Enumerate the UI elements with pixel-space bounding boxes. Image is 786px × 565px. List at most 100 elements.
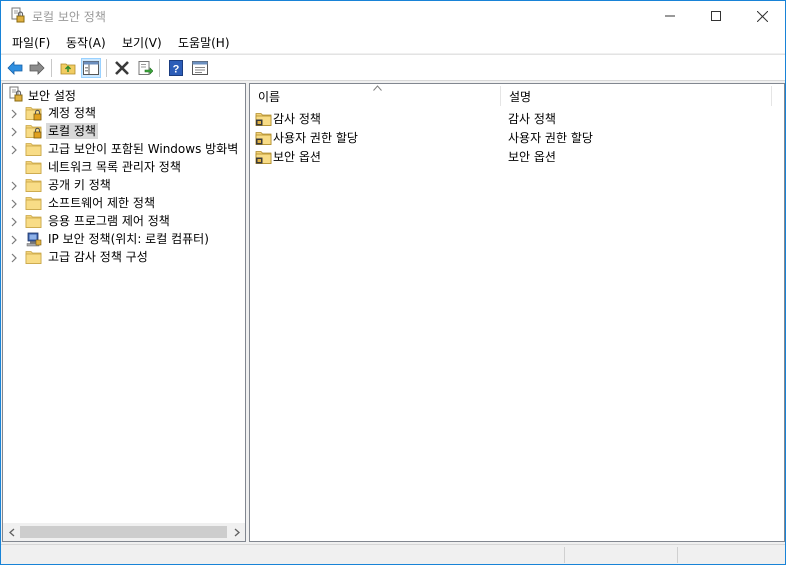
window-title: 로컬 보안 정책 — [32, 10, 106, 24]
console-tree[interactable]: 보안 설정 계정 정책 로컬 정책고급 보안이 포함된 Windows 방화벽네트… — [2, 83, 246, 542]
status-divider — [677, 547, 678, 563]
toolbar-separator — [51, 59, 52, 77]
export-list-button[interactable] — [135, 58, 155, 78]
toolbar-separator — [106, 59, 107, 77]
column-divider[interactable] — [771, 86, 772, 106]
menu-bar: 파일(F) 동작(A) 보기(V) 도움말(H) — [1, 31, 785, 53]
list-item-name: 사용자 권한 할당 — [273, 131, 358, 145]
chevron-left-icon — [8, 528, 14, 536]
tree-node[interactable]: 소프트웨어 제한 정책 — [3, 194, 245, 212]
tree-node[interactable]: 공개 키 정책 — [3, 176, 245, 194]
scrollbar-thumb[interactable] — [20, 526, 227, 538]
scroll-right-button[interactable] — [228, 523, 245, 541]
title-bar[interactable]: 로컬 보안 정책 — [1, 1, 785, 31]
minimize-icon — [665, 15, 675, 17]
folder-lock-icon — [25, 123, 42, 139]
toolbar-separator — [159, 59, 160, 77]
tree-node[interactable]: IP 보안 정책(위치: 로컬 컴퓨터) — [3, 230, 245, 248]
properties-icon — [192, 61, 208, 75]
chevron-right-icon[interactable] — [9, 180, 19, 191]
chevron-right-icon[interactable] — [9, 144, 19, 155]
forward-button[interactable] — [27, 58, 47, 78]
tree-node-label: 응용 프로그램 제어 정책 — [48, 214, 170, 228]
tree-node-label: 공개 키 정책 — [48, 178, 111, 192]
export-list-icon — [138, 61, 153, 75]
maximize-button[interactable] — [693, 1, 739, 31]
toolbar: ? — [1, 54, 785, 81]
tree-node-label: 고급 감사 정책 구성 — [48, 250, 148, 264]
horizontal-scrollbar[interactable] — [3, 523, 245, 541]
tree-node-label: 네트워크 목록 관리자 정책 — [48, 160, 181, 174]
list-item[interactable]: 보안 옵션 보안 옵션 — [250, 148, 784, 166]
list-item-description: 보안 옵션 — [508, 150, 556, 164]
chevron-right-icon[interactable] — [9, 198, 19, 209]
folder-icon — [25, 141, 42, 157]
column-description-label: 설명 — [509, 90, 532, 104]
tree-node-label: 소프트웨어 제한 정책 — [48, 196, 155, 210]
folder-icon — [25, 177, 42, 193]
maximize-icon — [711, 11, 721, 21]
tree-node[interactable]: 응용 프로그램 제어 정책 — [3, 212, 245, 230]
up-folder-icon — [60, 63, 76, 75]
status-bar — [1, 544, 785, 564]
list-item[interactable]: 감사 정책 감사 정책 — [250, 110, 784, 128]
show-hide-tree-icon — [83, 61, 99, 75]
back-button[interactable] — [5, 58, 25, 78]
tree-node-label: 로컬 정책 — [46, 123, 98, 139]
folder-icon — [25, 213, 42, 229]
list-item-name: 보안 옵션 — [273, 150, 321, 164]
folder-icon — [25, 195, 42, 211]
scroll-left-button[interactable] — [3, 523, 20, 541]
close-icon — [756, 10, 768, 22]
delete-button[interactable] — [112, 58, 132, 78]
chevron-right-icon — [234, 528, 240, 536]
tree-node-label: IP 보안 정책(위치: 로컬 컴퓨터) — [48, 232, 209, 246]
column-name-label: 이름 — [258, 90, 281, 104]
chevron-right-icon[interactable] — [9, 126, 19, 137]
menu-file[interactable]: 파일(F) — [10, 34, 52, 51]
security-policy-icon — [11, 7, 25, 23]
folder-icon — [25, 159, 42, 175]
status-divider — [564, 547, 565, 563]
policy-folder-icon — [255, 149, 272, 165]
show-hide-tree-button[interactable] — [81, 58, 101, 78]
chevron-right-icon[interactable] — [9, 234, 19, 245]
list-item-description: 감사 정책 — [508, 112, 556, 126]
folder-icon — [25, 249, 42, 265]
tree-node[interactable]: 계정 정책 — [3, 104, 245, 122]
delete-icon — [115, 61, 129, 75]
tree-node[interactable]: 로컬 정책 — [3, 122, 245, 140]
chevron-right-icon[interactable] — [9, 108, 19, 119]
policy-folder-icon — [255, 130, 272, 146]
policy-folder-icon — [255, 111, 272, 127]
close-button[interactable] — [739, 1, 785, 31]
tree-node[interactable]: 고급 감사 정책 구성 — [3, 248, 245, 266]
folder-lock-icon — [25, 105, 42, 121]
menu-action[interactable]: 동작(A) — [64, 34, 108, 51]
help-button[interactable]: ? — [166, 58, 186, 78]
list-item-description: 사용자 권한 할당 — [508, 131, 593, 145]
list-header: 이름 설명 — [250, 84, 784, 108]
tree-node[interactable]: 네트워크 목록 관리자 정책 — [3, 158, 245, 176]
forward-icon — [29, 61, 45, 75]
tree-node[interactable]: 고급 보안이 포함된 Windows 방화벽 — [3, 140, 245, 158]
details-list[interactable]: 이름 설명 감사 정책 감사 정책 사용자 권한 할당 사용자 권한 할당 보안 옵션 보… — [249, 83, 785, 542]
chevron-right-icon[interactable] — [9, 252, 19, 263]
column-header-description[interactable]: 설명 — [501, 84, 771, 108]
svg-text:?: ? — [173, 64, 180, 76]
list-item[interactable]: 사용자 권한 할당 사용자 권한 할당 — [250, 129, 784, 147]
ip-security-icon — [25, 231, 42, 247]
menu-help[interactable]: 도움말(H) — [176, 34, 232, 51]
app-window: 로컬 보안 정책 파일(F) 동작(A) 보기(V) 도움말(H) ? 보안 설… — [0, 0, 786, 565]
security-settings-icon — [9, 86, 23, 102]
minimize-button[interactable] — [647, 1, 693, 31]
properties-button[interactable] — [190, 58, 210, 78]
up-one-level-button[interactable] — [58, 58, 78, 78]
list-item-name: 감사 정책 — [273, 112, 321, 126]
chevron-right-icon[interactable] — [9, 216, 19, 227]
help-icon: ? — [169, 60, 183, 76]
sort-ascending-icon — [373, 85, 382, 91]
menu-view[interactable]: 보기(V) — [120, 34, 164, 51]
tree-node-label: 고급 보안이 포함된 Windows 방화벽 — [48, 142, 239, 156]
tree-root-label: 보안 설정 — [28, 89, 76, 103]
